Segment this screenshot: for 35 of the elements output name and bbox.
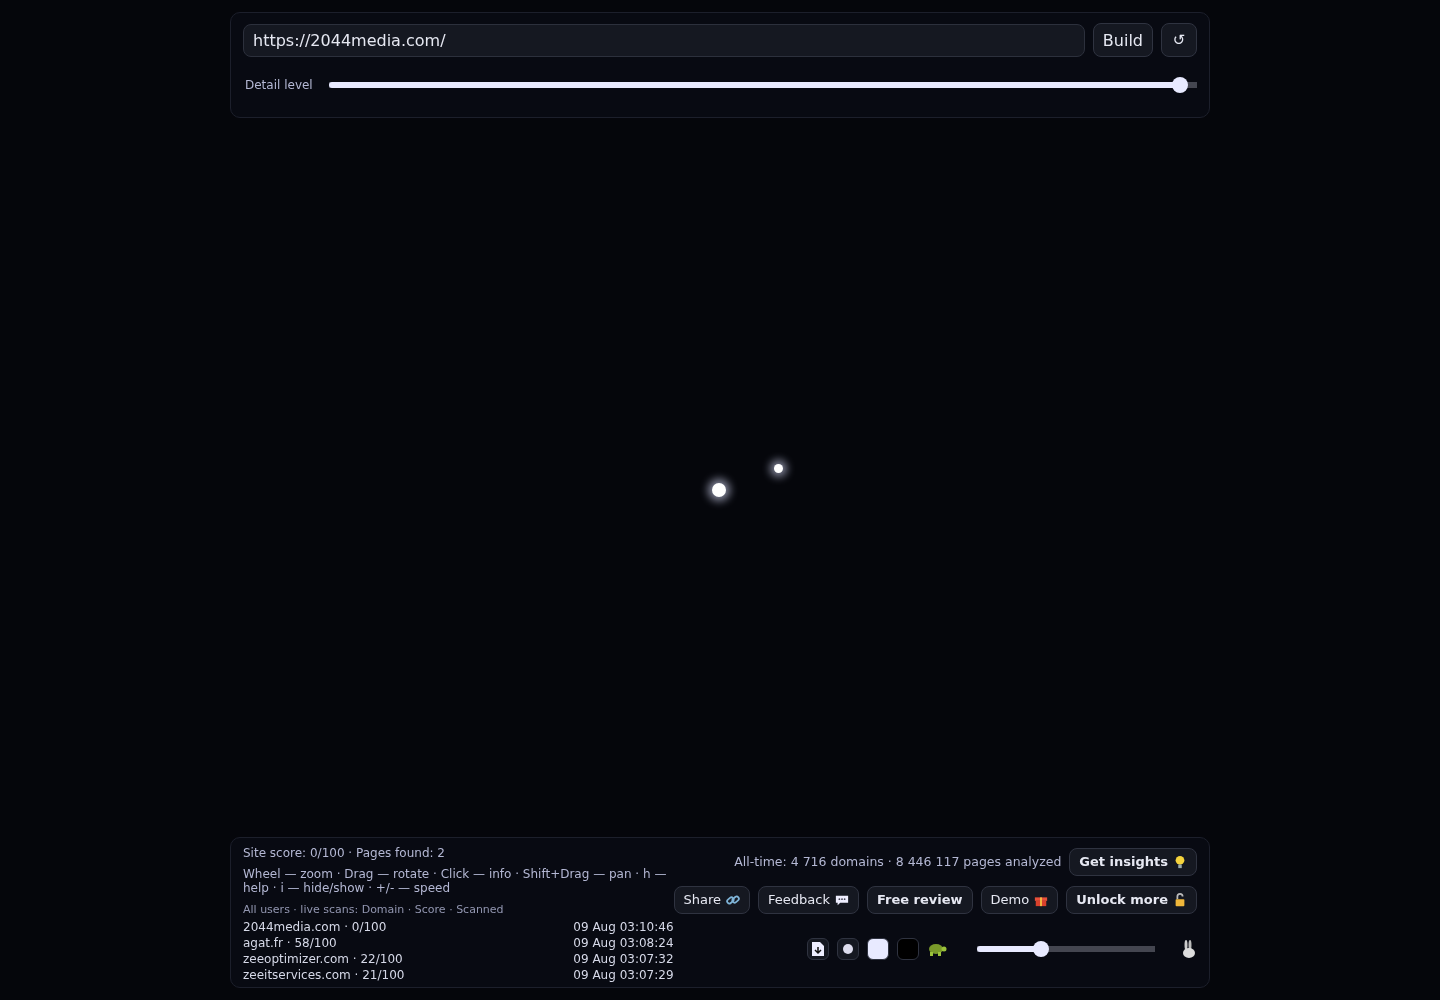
action-button[interactable]: Get insights xyxy=(1069,847,1197,876)
action-button[interactable]: Share xyxy=(673,885,751,914)
scan-time: 09 Aug 03:07:29 xyxy=(573,967,674,983)
padlock-icon xyxy=(1173,892,1187,907)
url-field[interactable]: https://2044media.com/ xyxy=(243,23,1085,57)
lightbulb-icon xyxy=(1173,854,1187,869)
scan-domain: agat.fr · 58/100 xyxy=(243,935,337,951)
action-button[interactable]: Demo xyxy=(980,885,1059,914)
download-file-icon xyxy=(812,941,824,956)
dot-icon xyxy=(843,943,853,954)
scan-time: 09 Aug 03:08:24 xyxy=(573,935,674,951)
build-button[interactable]: Build xyxy=(1092,23,1153,57)
help-text: Wheel — zoom · Drag — rotate · Click — info · Shift+Drag — pan · h — help · i — hide/show · +/- — speed xyxy=(243,867,668,896)
scan-domain: zeeoptimizer.com · 22/100 xyxy=(243,951,403,967)
download-button[interactable] xyxy=(807,937,829,960)
all-time-stats: All-time: 4 716 domains · 8 446 117 pages analyzed xyxy=(734,854,1062,870)
action-button[interactable]: Free review xyxy=(866,885,973,914)
graph-node[interactable] xyxy=(712,483,726,497)
slider-thumb[interactable] xyxy=(1033,940,1050,957)
action-button[interactable]: Unlock more xyxy=(1066,885,1197,914)
slider-thumb[interactable] xyxy=(1171,77,1188,93)
scan-time: 09 Aug 03:07:32 xyxy=(573,951,674,967)
graph-node[interactable] xyxy=(774,464,783,473)
scans-header: All users · live scans: Domain · Score · Scanned xyxy=(243,902,505,916)
scan-domain: 2044media.com · 0/100 xyxy=(243,919,387,935)
detail-level-label: Detail level xyxy=(245,78,313,92)
reset-button[interactable]: ↺ xyxy=(1161,23,1197,57)
scan-time: 09 Aug 03:10:46 xyxy=(573,919,674,935)
rabbit-icon xyxy=(1181,939,1197,958)
scan-domain: zeeitservices.com · 21/100 xyxy=(243,967,405,983)
action-button[interactable]: Feedback xyxy=(758,885,859,914)
site-score-text: Site score: 0/100 · Pages found: 2 xyxy=(243,845,446,861)
color-swatch[interactable] xyxy=(897,937,919,960)
color-swatch[interactable] xyxy=(867,937,889,960)
dot-button[interactable] xyxy=(837,937,859,960)
